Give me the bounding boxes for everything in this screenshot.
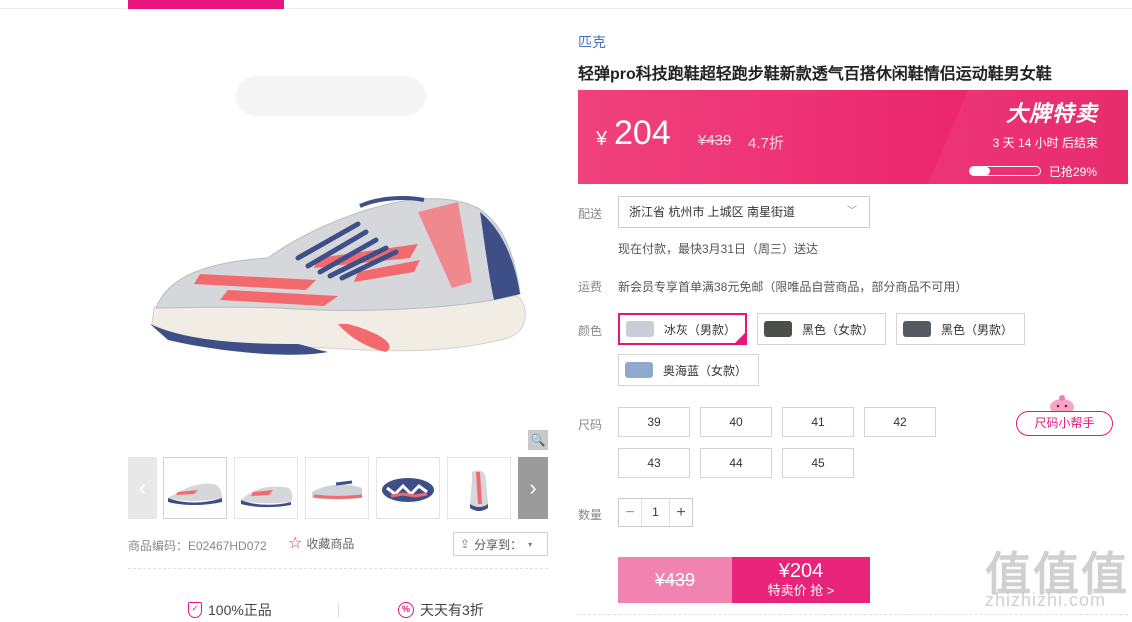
brand-link[interactable]: 匹克 [578, 32, 606, 52]
guarantee-daily-label: 天天有3折 [420, 602, 484, 618]
favorite-button[interactable]: ☆ 收藏商品 [288, 535, 354, 552]
product-title: 轻弹pro科技跑鞋超轻跑步鞋新款透气百搭休闲鞋情侣运动鞋男女鞋 [578, 66, 1052, 83]
price-currency: ¥ [596, 128, 608, 150]
quantity-minus-button[interactable]: − [619, 504, 641, 522]
product-main-image[interactable] [128, 62, 548, 452]
product-code: 商品编码：E02467HD072 [128, 539, 267, 553]
size-label: 尺码 [578, 418, 603, 432]
quantity-input[interactable]: 1 [641, 499, 670, 526]
size-option-44[interactable]: 44 [700, 448, 772, 478]
size-option-43[interactable]: 43 [618, 448, 690, 478]
guarantee-daily: % 天天有3折 [398, 600, 484, 620]
buy-price: ¥204 [778, 560, 824, 582]
shipping-label: 运费 [578, 280, 603, 294]
thumbnail-image [241, 486, 293, 508]
color-option-ocean-blue-women[interactable]: 奥海蓝（女款） [618, 354, 759, 386]
image-background-shape [236, 76, 426, 116]
original-price: ¥439 [698, 132, 732, 149]
discount-rate: 4.7折 [748, 135, 784, 152]
color-swatch [764, 321, 792, 337]
sale-title: 大牌特卖 [1005, 101, 1098, 126]
star-icon: ☆ [288, 534, 303, 552]
color-option-label: 冰灰（男款） [664, 322, 737, 337]
chevron-down-icon: ﹀ [847, 206, 857, 217]
color-swatch [625, 362, 653, 378]
thumbnail-5[interactable] [447, 457, 511, 519]
size-option-42[interactable]: 42 [864, 407, 936, 437]
watermark-url: zhizhizhi.com [985, 590, 1107, 610]
sale-progress-bar [969, 166, 1041, 176]
size-helper-button[interactable]: 尺码小帮手 [1016, 411, 1113, 436]
color-option-label: 奥海蓝（女款） [663, 363, 748, 378]
thumbnail-image [470, 470, 488, 511]
buy-action-label: 特卖价 抢 > [767, 583, 835, 598]
size-option-45[interactable]: 45 [782, 448, 854, 478]
site-watermark: 值值值 zhizhizhi.com [985, 538, 1129, 610]
address-value: 浙江省 杭州市 上城区 南星街道 [629, 205, 796, 219]
thumbnail-3[interactable] [305, 457, 369, 519]
color-swatch [626, 321, 654, 337]
shipping-info: 新会员专享首单满38元免邮（限唯品自营商品，部分商品不可用） [618, 280, 968, 294]
share-label: 分享到： [474, 537, 523, 552]
share-button[interactable]: ⇪ 分享到： ▾ [453, 532, 548, 556]
grabbed-percent: 已抢29% [1049, 165, 1098, 179]
thumbnail-image [168, 483, 222, 505]
color-option-black-men[interactable]: 黑色（男款） [896, 313, 1025, 345]
color-option-ice-grey-men[interactable]: 冰灰（男款） [618, 313, 747, 345]
delivery-label: 配送 [578, 207, 603, 221]
color-option-label: 黑色（男款） [941, 322, 1014, 337]
percent-icon: % [398, 602, 414, 618]
thumbnail-prev-button[interactable]: ‹ [128, 457, 157, 519]
favorite-label: 收藏商品 [306, 537, 355, 551]
guarantee-authentic: ✓ 100%正品 [188, 600, 272, 620]
size-option-39[interactable]: 39 [618, 407, 690, 437]
guarantee-authentic-label: 100%正品 [208, 602, 272, 618]
current-price: 204 [614, 114, 671, 152]
size-option-41[interactable]: 41 [782, 407, 854, 437]
color-label: 颜色 [578, 324, 603, 338]
right-divider [578, 614, 1128, 615]
thumbnail-image [312, 480, 363, 500]
share-icon: ⇪ [460, 537, 471, 551]
zoom-icon[interactable]: 🔍 [528, 430, 548, 450]
color-option-label: 黑色（女款） [802, 322, 875, 337]
quantity-label: 数量 [578, 508, 603, 522]
quantity-plus-button[interactable]: + [670, 504, 692, 522]
original-price-block: ¥439 [618, 557, 732, 603]
address-selector[interactable]: 浙江省 杭州市 上城区 南星街道 ﹀ [618, 196, 870, 228]
shield-icon: ✓ [188, 602, 202, 618]
thumbnail-2[interactable] [234, 457, 298, 519]
color-swatch [903, 321, 931, 337]
buy-now-button[interactable]: ¥204 特卖价 抢 > [732, 557, 870, 603]
quantity-stepper[interactable]: − 1 + [618, 498, 693, 527]
guarantee-separator [338, 602, 339, 618]
left-divider [128, 568, 548, 569]
thumbnail-1[interactable] [163, 457, 227, 519]
sale-progress-fill [970, 167, 991, 175]
chevron-down-icon: ▾ [528, 539, 533, 549]
size-option-40[interactable]: 40 [700, 407, 772, 437]
shoe-illustration [150, 196, 526, 355]
delivery-estimate: 现在付款，最快3月31日（周三）送达 [618, 242, 819, 256]
color-option-black-women[interactable]: 黑色（女款） [757, 313, 886, 345]
thumbnail-next-button[interactable]: › [518, 457, 548, 519]
active-tab-indicator [128, 0, 284, 9]
thumbnail-image [382, 478, 434, 502]
price-banner: ¥ 204 ¥439 4.7折 大牌特卖 3 天 14 小时 后结束 已抢29% [578, 90, 1128, 184]
thumbnail-4[interactable] [376, 457, 440, 519]
sale-countdown: 3 天 14 小时 后结束 [992, 136, 1098, 150]
